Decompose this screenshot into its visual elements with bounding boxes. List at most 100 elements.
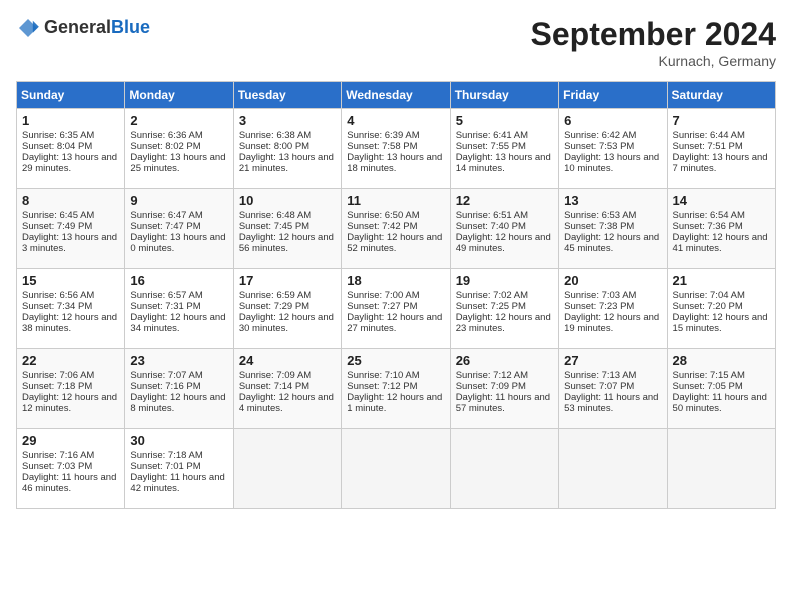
calendar-cell: 7 Sunrise: 6:44 AM Sunset: 7:51 PM Dayli…: [667, 109, 775, 189]
calendar-cell: 3 Sunrise: 6:38 AM Sunset: 8:00 PM Dayli…: [233, 109, 341, 189]
sunset-text: Sunset: 7:14 PM: [239, 381, 309, 392]
daylight-text: Daylight: 12 hours and 1 minute.: [347, 392, 442, 414]
day-number: 6: [564, 113, 661, 128]
day-number: 17: [239, 273, 336, 288]
calendar-cell: 28 Sunrise: 7:15 AM Sunset: 7:05 PM Dayl…: [667, 349, 775, 429]
title-block: September 2024 Kurnach, Germany: [531, 16, 776, 69]
daylight-text: Daylight: 12 hours and 8 minutes.: [130, 392, 225, 414]
sunset-text: Sunset: 7:36 PM: [673, 221, 743, 232]
daylight-text: Daylight: 11 hours and 53 minutes.: [564, 392, 658, 414]
calendar-cell: 29 Sunrise: 7:16 AM Sunset: 7:03 PM Dayl…: [17, 429, 125, 509]
calendar-cell: 19 Sunrise: 7:02 AM Sunset: 7:25 PM Dayl…: [450, 269, 558, 349]
sunset-text: Sunset: 7:45 PM: [239, 221, 309, 232]
calendar-cell: 23 Sunrise: 7:07 AM Sunset: 7:16 PM Dayl…: [125, 349, 233, 429]
daylight-text: Daylight: 13 hours and 10 minutes.: [564, 152, 659, 174]
daylight-text: Daylight: 13 hours and 18 minutes.: [347, 152, 442, 174]
day-of-week-header: Saturday: [667, 82, 775, 109]
daylight-text: Daylight: 11 hours and 46 minutes.: [22, 472, 116, 494]
calendar-cell: 22 Sunrise: 7:06 AM Sunset: 7:18 PM Dayl…: [17, 349, 125, 429]
day-of-week-header: Friday: [559, 82, 667, 109]
sunset-text: Sunset: 7:23 PM: [564, 301, 634, 312]
day-number: 29: [22, 433, 119, 448]
day-number: 27: [564, 353, 661, 368]
daylight-text: Daylight: 13 hours and 29 minutes.: [22, 152, 117, 174]
sunrise-text: Sunrise: 6:54 AM: [673, 210, 745, 221]
day-number: 25: [347, 353, 444, 368]
day-number: 16: [130, 273, 227, 288]
calendar-cell: [342, 429, 450, 509]
day-number: 10: [239, 193, 336, 208]
daylight-text: Daylight: 12 hours and 15 minutes.: [673, 312, 768, 334]
daylight-text: Daylight: 13 hours and 3 minutes.: [22, 232, 117, 254]
day-number: 24: [239, 353, 336, 368]
day-number: 26: [456, 353, 553, 368]
sunset-text: Sunset: 7:07 PM: [564, 381, 634, 392]
calendar-body: 1 Sunrise: 6:35 AM Sunset: 8:04 PM Dayli…: [17, 109, 776, 509]
day-number: 1: [22, 113, 119, 128]
daylight-text: Daylight: 12 hours and 41 minutes.: [673, 232, 768, 254]
day-number: 13: [564, 193, 661, 208]
sunrise-text: Sunrise: 6:48 AM: [239, 210, 311, 221]
sunrise-text: Sunrise: 6:59 AM: [239, 290, 311, 301]
sunset-text: Sunset: 7:27 PM: [347, 301, 417, 312]
calendar-cell: 14 Sunrise: 6:54 AM Sunset: 7:36 PM Dayl…: [667, 189, 775, 269]
daylight-text: Daylight: 12 hours and 27 minutes.: [347, 312, 442, 334]
calendar-cell: 15 Sunrise: 6:56 AM Sunset: 7:34 PM Dayl…: [17, 269, 125, 349]
day-number: 7: [673, 113, 770, 128]
calendar-cell: 18 Sunrise: 7:00 AM Sunset: 7:27 PM Dayl…: [342, 269, 450, 349]
sunrise-text: Sunrise: 6:47 AM: [130, 210, 202, 221]
sunset-text: Sunset: 7:51 PM: [673, 141, 743, 152]
sunrise-text: Sunrise: 7:18 AM: [130, 450, 202, 461]
sunrise-text: Sunrise: 7:15 AM: [673, 370, 745, 381]
day-number: 19: [456, 273, 553, 288]
day-number: 21: [673, 273, 770, 288]
sunrise-text: Sunrise: 7:10 AM: [347, 370, 419, 381]
day-number: 14: [673, 193, 770, 208]
daylight-text: Daylight: 12 hours and 38 minutes.: [22, 312, 117, 334]
sunset-text: Sunset: 8:04 PM: [22, 141, 92, 152]
day-number: 28: [673, 353, 770, 368]
month-title: September 2024: [531, 16, 776, 53]
day-number: 4: [347, 113, 444, 128]
sunrise-text: Sunrise: 7:13 AM: [564, 370, 636, 381]
sunrise-text: Sunrise: 7:09 AM: [239, 370, 311, 381]
day-number: 23: [130, 353, 227, 368]
sunrise-text: Sunrise: 7:16 AM: [22, 450, 94, 461]
calendar-cell: 27 Sunrise: 7:13 AM Sunset: 7:07 PM Dayl…: [559, 349, 667, 429]
day-number: 18: [347, 273, 444, 288]
sunrise-text: Sunrise: 7:04 AM: [673, 290, 745, 301]
day-of-week-header: Wednesday: [342, 82, 450, 109]
day-number: 8: [22, 193, 119, 208]
daylight-text: Daylight: 12 hours and 19 minutes.: [564, 312, 659, 334]
sunrise-text: Sunrise: 6:56 AM: [22, 290, 94, 301]
day-of-week-header: Thursday: [450, 82, 558, 109]
daylight-text: Daylight: 12 hours and 4 minutes.: [239, 392, 334, 414]
sunset-text: Sunset: 7:12 PM: [347, 381, 417, 392]
sunrise-text: Sunrise: 7:03 AM: [564, 290, 636, 301]
sunrise-text: Sunrise: 6:42 AM: [564, 130, 636, 141]
calendar-cell: 24 Sunrise: 7:09 AM Sunset: 7:14 PM Dayl…: [233, 349, 341, 429]
logo-icon: [16, 16, 40, 40]
daylight-text: Daylight: 12 hours and 23 minutes.: [456, 312, 551, 334]
sunrise-text: Sunrise: 6:50 AM: [347, 210, 419, 221]
sunset-text: Sunset: 7:55 PM: [456, 141, 526, 152]
sunrise-text: Sunrise: 6:36 AM: [130, 130, 202, 141]
logo: GeneralBlue: [16, 16, 150, 40]
sunrise-text: Sunrise: 7:07 AM: [130, 370, 202, 381]
calendar-week-row: 8 Sunrise: 6:45 AM Sunset: 7:49 PM Dayli…: [17, 189, 776, 269]
sunset-text: Sunset: 7:31 PM: [130, 301, 200, 312]
sunset-text: Sunset: 7:01 PM: [130, 461, 200, 472]
daylight-text: Daylight: 11 hours and 42 minutes.: [130, 472, 224, 494]
daylight-text: Daylight: 12 hours and 56 minutes.: [239, 232, 334, 254]
daylight-text: Daylight: 11 hours and 50 minutes.: [673, 392, 767, 414]
calendar-table: SundayMondayTuesdayWednesdayThursdayFrid…: [16, 81, 776, 509]
calendar-cell: [450, 429, 558, 509]
day-number: 5: [456, 113, 553, 128]
calendar-cell: 1 Sunrise: 6:35 AM Sunset: 8:04 PM Dayli…: [17, 109, 125, 189]
sunset-text: Sunset: 7:20 PM: [673, 301, 743, 312]
sunset-text: Sunset: 7:03 PM: [22, 461, 92, 472]
calendar-cell: 11 Sunrise: 6:50 AM Sunset: 7:42 PM Dayl…: [342, 189, 450, 269]
calendar-cell: 16 Sunrise: 6:57 AM Sunset: 7:31 PM Dayl…: [125, 269, 233, 349]
calendar-cell: 4 Sunrise: 6:39 AM Sunset: 7:58 PM Dayli…: [342, 109, 450, 189]
day-number: 30: [130, 433, 227, 448]
